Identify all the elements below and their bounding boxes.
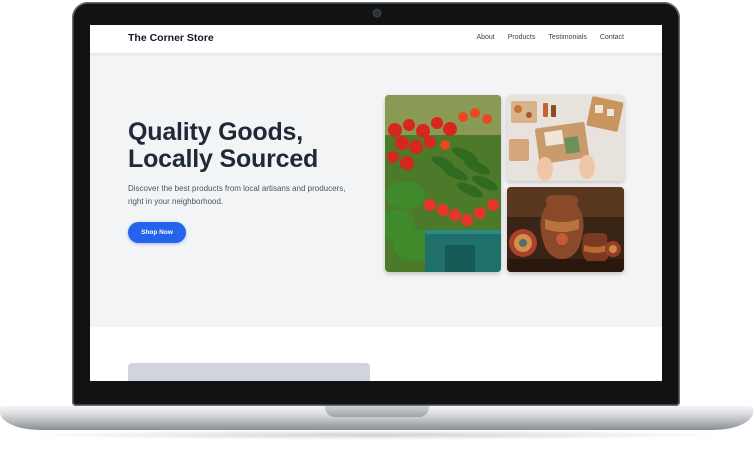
nav-link-about[interactable]: About	[476, 34, 494, 41]
hero-title: Quality Goods, Locally Sourced	[128, 119, 378, 173]
shop-now-button[interactable]: Shop Now	[128, 222, 186, 243]
laptop-opening-notch	[325, 406, 429, 417]
produce-market-image	[385, 95, 501, 272]
nav-link-products[interactable]: Products	[508, 34, 536, 41]
next-section	[90, 327, 662, 381]
nav-links: About Products Testimonials Contact	[476, 34, 624, 41]
handmade-crafts-image	[507, 95, 624, 181]
hero-subtitle: Discover the best products from local ar…	[128, 182, 368, 208]
browser-viewport: The Corner Store About Products Testimon…	[90, 25, 662, 381]
content-card-placeholder	[128, 363, 370, 381]
top-navbar: The Corner Store About Products Testimon…	[90, 25, 662, 54]
pottery-image	[507, 187, 624, 272]
brand-logo[interactable]: The Corner Store	[128, 32, 214, 44]
laptop-shadow	[20, 430, 733, 440]
hero-title-line-2: Locally Sourced	[128, 145, 319, 173]
nav-link-testimonials[interactable]: Testimonials	[548, 34, 587, 41]
hero-title-line-1: Quality Goods,	[128, 118, 303, 146]
hero-subtitle-line-1: Discover the best products from local ar…	[128, 184, 346, 193]
webcam	[374, 10, 380, 16]
hero-subtitle-line-2: right in your neighborhood.	[128, 197, 224, 206]
nav-link-contact[interactable]: Contact	[600, 34, 624, 41]
laptop-frame: The Corner Store About Products Testimon…	[0, 0, 753, 450]
